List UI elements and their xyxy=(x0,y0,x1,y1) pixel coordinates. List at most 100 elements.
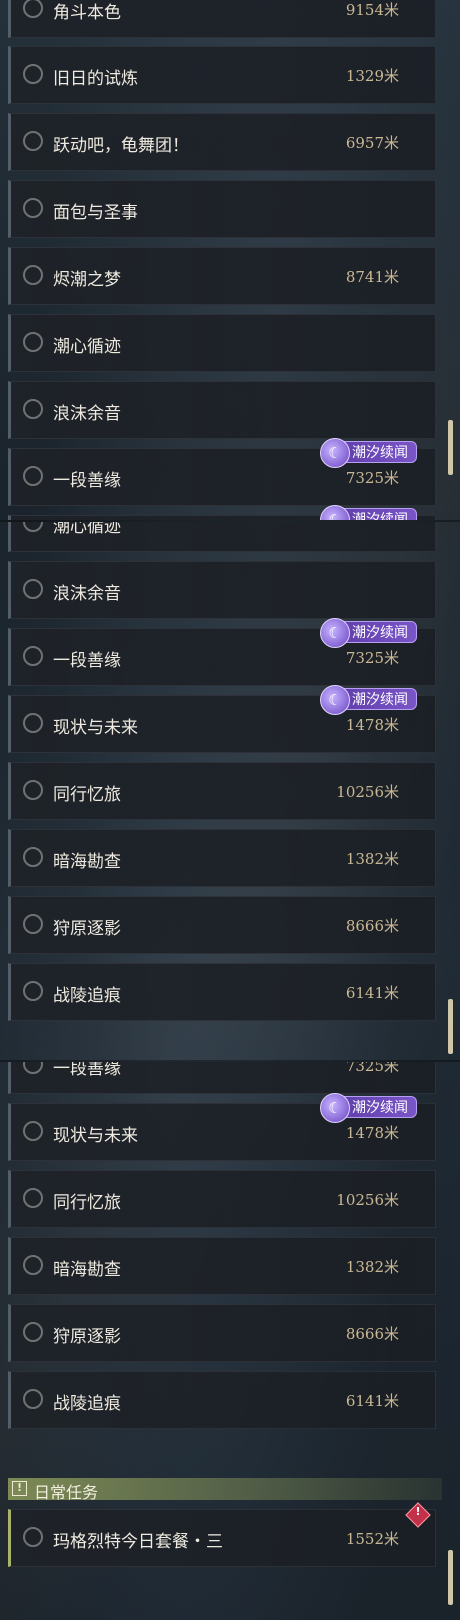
quest-list-panel-1[interactable]: 角斗本色 9154米 旧日的试炼 1329米 跃动吧，龟舞团！ 6957米 面包… xyxy=(0,0,460,520)
quest-radio[interactable] xyxy=(23,131,43,151)
quest-radio[interactable] xyxy=(23,522,43,532)
quest-row[interactable]: 浪沫余音 xyxy=(8,561,436,619)
quest-radio[interactable] xyxy=(23,1255,43,1275)
quest-distance: 10256米 xyxy=(336,783,399,801)
quest-distance: 1552米 xyxy=(345,1530,399,1548)
quest-name: 现状与未来 xyxy=(53,1126,138,1146)
quest-name: 一段善缘 xyxy=(53,651,121,671)
quest-row[interactable]: 狩原逐影 8666米 xyxy=(8,1304,436,1362)
quest-row[interactable]: 一段善缘 7325米 xyxy=(8,1062,436,1094)
scrollbar-thumb[interactable] xyxy=(448,999,453,1054)
quest-row[interactable]: 暗海勘查 1382米 xyxy=(8,1237,436,1295)
quest-radio[interactable] xyxy=(23,646,43,666)
quest-radio[interactable] xyxy=(23,64,43,84)
quest-radio[interactable] xyxy=(23,1121,43,1141)
quest-name: 旧日的试炼 xyxy=(53,69,138,89)
quest-row[interactable]: 烬潮之梦 8741米 xyxy=(8,247,436,305)
quest-row[interactable]: 旧日的试炼 1329米 xyxy=(8,46,436,104)
quest-list-panel-2[interactable]: 潮心循迹 浪沫余音 ☾ 潮汐续闻 一段善缘 7325米 ☾ 潮汐续闻 现状与未来… xyxy=(0,522,460,1060)
quest-row[interactable]: 潮心循迹 xyxy=(8,314,436,372)
quest-distance: 1382米 xyxy=(345,850,399,868)
quest-radio[interactable] xyxy=(23,579,43,599)
quest-distance: 7325米 xyxy=(345,1062,399,1075)
quest-name: 同行忆旅 xyxy=(53,1193,121,1213)
quest-name: 跃动吧，龟舞团！ xyxy=(53,136,189,156)
quest-name: 烬潮之梦 xyxy=(53,270,121,290)
quest-radio[interactable] xyxy=(23,399,43,419)
quest-row[interactable]: 潮心循迹 xyxy=(8,522,436,552)
scrollbar-thumb[interactable] xyxy=(448,1550,453,1605)
quest-radio[interactable] xyxy=(23,1188,43,1208)
quest-row[interactable]: ☾ 潮汐续闻 一段善缘 7325米 xyxy=(8,618,436,686)
quest-name: 同行忆旅 xyxy=(53,785,121,805)
tag-label: 潮汐续闻 xyxy=(352,1100,408,1116)
wave-emblem-icon: ☾ xyxy=(320,438,350,468)
quest-row[interactable]: 跃动吧，龟舞团！ 6957米 xyxy=(8,113,436,171)
daily-quests-header[interactable]: ! 日常任务 xyxy=(8,1478,442,1502)
daily-quest-row[interactable]: ! 玛格烈特今日套餐・三 1552米 xyxy=(8,1502,436,1567)
quest-distance: 6141米 xyxy=(345,984,399,1002)
wave-emblem-icon: ☾ xyxy=(320,618,350,648)
exclamation-icon: ! xyxy=(12,1481,27,1496)
tide-story-tag: ☾ 潮汐续闻 xyxy=(320,438,417,468)
wave-emblem-icon: ☾ xyxy=(320,1093,350,1123)
tag-label: 潮汐续闻 xyxy=(352,625,408,641)
quest-name: 浪沫余音 xyxy=(53,584,121,604)
section-title: 日常任务 xyxy=(34,1483,99,1502)
quest-name: 暗海勘查 xyxy=(53,1260,121,1280)
quest-row[interactable]: 同行忆旅 10256米 xyxy=(8,762,436,820)
quest-name: 一段善缘 xyxy=(53,1062,121,1079)
quest-distance: 8666米 xyxy=(345,1325,399,1343)
wave-emblem-icon: ☾ xyxy=(320,685,350,715)
quest-name: 战陵追痕 xyxy=(53,986,121,1006)
quest-row[interactable]: 角斗本色 9154米 xyxy=(8,0,436,38)
quest-radio[interactable] xyxy=(23,198,43,218)
quest-distance: 6957米 xyxy=(345,134,399,152)
quest-name: 潮心循迹 xyxy=(53,522,121,537)
quest-name: 一段善缘 xyxy=(53,471,121,491)
quest-name: 浪沫余音 xyxy=(53,404,121,424)
quest-distance: 9154米 xyxy=(345,1,399,19)
scrollbar-thumb[interactable] xyxy=(448,420,453,475)
quest-radio[interactable] xyxy=(23,1389,43,1409)
quest-row[interactable]: 战陵追痕 6141米 xyxy=(8,963,436,1021)
quest-radio[interactable] xyxy=(23,981,43,1001)
tide-story-tag: ☾ 潮汐续闻 xyxy=(320,685,417,715)
quest-radio[interactable] xyxy=(23,1322,43,1342)
quest-radio[interactable] xyxy=(23,914,43,934)
quest-name: 战陵追痕 xyxy=(53,1394,121,1414)
quest-radio[interactable] xyxy=(23,332,43,352)
quest-row[interactable]: 暗海勘查 1382米 xyxy=(8,829,436,887)
quest-row[interactable]: 浪沫余音 xyxy=(8,381,436,439)
quest-radio[interactable] xyxy=(23,0,43,18)
quest-radio[interactable] xyxy=(23,780,43,800)
quest-name: 玛格烈特今日套餐・三 xyxy=(53,1532,223,1552)
quest-row[interactable]: 狩原逐影 8666米 xyxy=(8,896,436,954)
tide-story-tag: ☾ 潮汐续闻 xyxy=(320,1093,417,1123)
tag-label: 潮汐续闻 xyxy=(352,445,408,461)
quest-row[interactable]: 面包与圣事 xyxy=(8,180,436,238)
quest-distance: 10256米 xyxy=(336,1191,399,1209)
quest-radio[interactable] xyxy=(23,466,43,486)
quest-name: 角斗本色 xyxy=(53,3,121,23)
quest-radio[interactable] xyxy=(23,847,43,867)
quest-row[interactable]: 战陵追痕 6141米 xyxy=(8,1371,436,1429)
quest-distance: 8666米 xyxy=(345,917,399,935)
quest-name: 潮心循迹 xyxy=(53,337,121,357)
quest-list-panel-3[interactable]: 一段善缘 7325米 ☾ 潮汐续闻 现状与未来 1478米 同行忆旅 10256… xyxy=(0,1062,460,1620)
quest-radio[interactable] xyxy=(23,265,43,285)
quest-name: 狩原逐影 xyxy=(53,919,121,939)
quest-row[interactable]: ☾ 潮汐续闻 现状与未来 1478米 xyxy=(8,1093,436,1161)
tag-label: 潮汐续闻 xyxy=(352,512,408,520)
quest-row[interactable]: ☾ 潮汐续闻 一段善缘 7325米 xyxy=(8,438,436,506)
quest-row[interactable]: ☾ 潮汐续闻 现状与未来 1478米 xyxy=(8,685,436,753)
quest-distance: 1478米 xyxy=(345,1124,399,1142)
tide-story-tag: ☾ 潮汐续闻 xyxy=(320,505,417,520)
quest-radio[interactable] xyxy=(23,1062,43,1074)
quest-radio[interactable] xyxy=(23,1527,43,1547)
priority-diamond-icon: ! xyxy=(405,1502,431,1528)
quest-distance: 1329米 xyxy=(345,67,399,85)
quest-row[interactable]: 同行忆旅 10256米 xyxy=(8,1170,436,1228)
quest-radio[interactable] xyxy=(23,713,43,733)
wave-emblem-icon: ☾ xyxy=(320,505,350,520)
